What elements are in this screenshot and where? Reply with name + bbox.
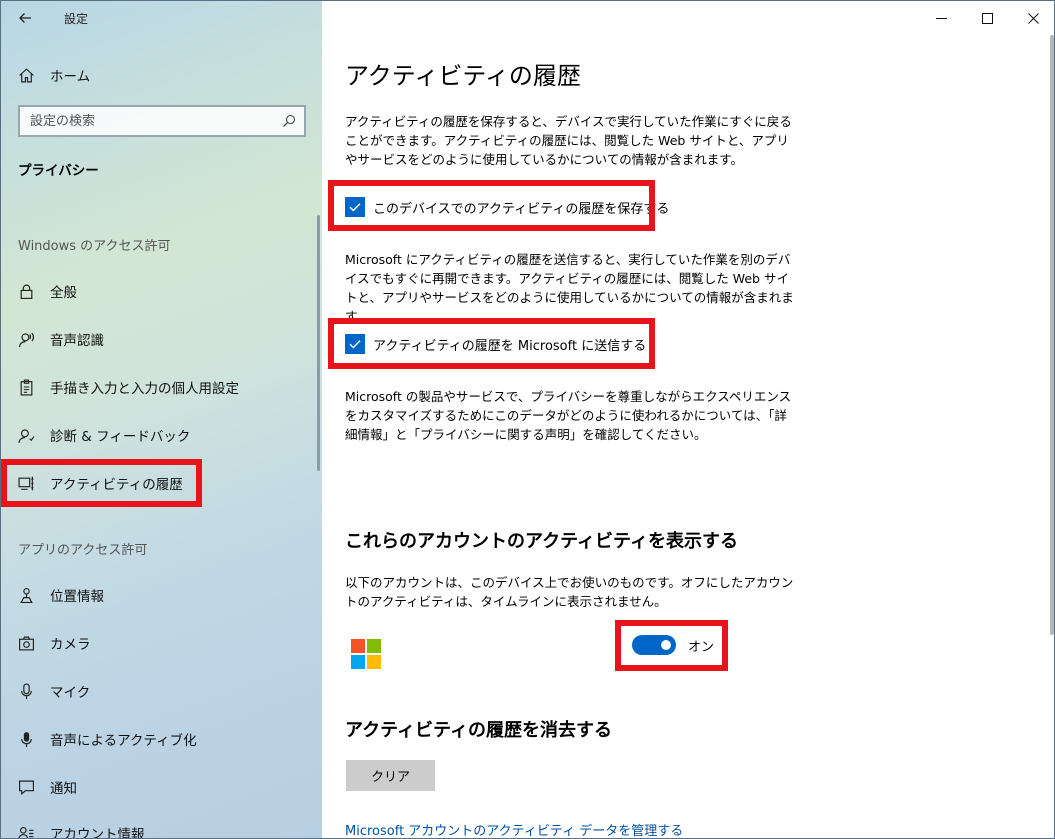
sidebar-item-label: 全般 [50,285,77,301]
page-title: アクティビティの履歴 [345,62,581,90]
app-title: 設定 [64,12,89,26]
search-icon[interactable] [282,114,296,128]
main-scrollbar[interactable] [1050,35,1054,635]
sidebar-item-microphone[interactable]: マイク [1,671,322,711]
send-activity-description: Microsoft にアクティビティの履歴を送信すると、実行していた作業を別のデ… [345,252,794,324]
checkmark-icon [349,340,361,349]
sidebar-item-label: アカウント情報 [50,827,145,839]
camera-icon [1,635,49,652]
sidebar-item-activity-history[interactable]: アクティビティの履歴 [1,463,322,503]
sidebar-item-label: アクティビティの履歴 [50,477,183,493]
maximize-button[interactable] [964,1,1010,35]
back-arrow-icon[interactable] [13,7,37,29]
main-content: アクティビティの履歴 アクティビティの履歴を保存すると、デバイスで実行していた作… [322,1,1054,838]
sidebar-scrollbar[interactable] [317,215,320,471]
clear-history-heading: アクティビティの履歴を消去する [345,720,612,741]
minimize-icon [935,13,947,24]
account-info-icon [1,825,49,838]
send-activity-label: アクティビティの履歴を Microsoft に送信する [373,338,647,354]
microsoft-logo-icon [351,639,381,669]
sidebar-item-camera[interactable]: カメラ [1,623,322,663]
lock-icon [1,283,49,300]
sidebar-item-label: 通知 [50,781,77,797]
sidebar-item-label: 診断 & フィードバック [50,429,191,445]
timeline-icon [1,475,49,492]
category-title: プライバシー [18,163,99,179]
sidebar: 設定 ホーム プライバシー Windows のアクセス許可 全般 音 [1,1,322,839]
store-activity-label: このデバイスでのアクティビティの履歴を保存する [373,201,670,217]
close-icon [1027,12,1039,24]
clear-button[interactable]: クリア [346,760,435,791]
search-box[interactable] [18,105,306,137]
store-activity-checkbox-row[interactable]: このデバイスでのアクティビティの履歴を保存する [345,197,669,217]
minimize-button[interactable] [918,1,964,35]
checkmark-icon [349,203,361,212]
close-button[interactable] [1010,1,1054,35]
sidebar-item-label: 音声認識 [50,333,104,349]
send-activity-checkbox-row[interactable]: アクティビティの履歴を Microsoft に送信する [345,334,646,354]
search-input[interactable] [30,113,270,129]
sidebar-item-label: ホーム [50,69,91,85]
accounts-heading: これらのアカウントのアクティビティを表示する [345,531,738,552]
account-activity-toggle-row[interactable]: オン [632,635,714,655]
sidebar-item-location[interactable]: 位置情報 [1,575,322,615]
microphone-icon [1,682,49,700]
clipboard-icon [1,379,49,396]
sidebar-item-general[interactable]: 全般 [1,271,322,311]
sidebar-item-inking[interactable]: 手描き入力と入力の個人用設定 [1,367,322,407]
privacy-description: Microsoft の製品やサービスで、プライバシーを尊重しながらエクスペリエン… [345,389,792,442]
voice-activation-icon [1,731,49,748]
sidebar-item-label: マイク [50,685,91,701]
location-icon [1,587,49,604]
sidebar-item-label: 位置情報 [50,589,104,605]
sidebar-item-voice-activation[interactable]: 音声によるアクティブ化 [1,719,322,759]
sidebar-item-diagnostics[interactable]: 診断 & フィードバック [1,415,322,455]
home-icon [1,67,49,84]
send-activity-checkbox[interactable] [345,334,365,354]
manage-activity-link[interactable]: Microsoft アカウントのアクティビティ データを管理する [345,820,683,838]
maximize-icon [981,12,993,24]
toggle-state-label: オン [688,639,715,655]
account-activity-toggle[interactable] [632,635,676,655]
sidebar-item-speech[interactable]: 音声認識 [1,319,322,359]
sidebar-item-home[interactable]: ホーム [1,57,322,93]
sidebar-item-notifications[interactable]: 通知 [1,767,322,807]
sidebar-item-label: 音声によるアクティブ化 [50,733,197,749]
settings-window: 設定 ホーム プライバシー Windows のアクセス許可 全般 音 [0,0,1055,839]
activity-history-description: アクティビティの履歴を保存すると、デバイスで実行していた作業にすぐに戻ることがで… [345,114,792,167]
sidebar-item-label: 手描き入力と入力の個人用設定 [50,381,239,397]
sidebar-item-label: カメラ [50,637,91,653]
accounts-description: 以下のアカウントは、このデバイス上でお使いのものです。オフにしたアカウントのアク… [345,575,794,609]
window-controls [918,1,1054,35]
section-heading-apps: アプリのアクセス許可 [18,543,148,558]
section-heading-windows: Windows のアクセス許可 [18,239,171,254]
store-activity-checkbox[interactable] [345,197,365,217]
feedback-icon [1,427,49,444]
notification-icon [1,779,49,796]
sidebar-item-account-info[interactable]: アカウント情報 [1,813,322,839]
speech-icon [1,331,49,348]
